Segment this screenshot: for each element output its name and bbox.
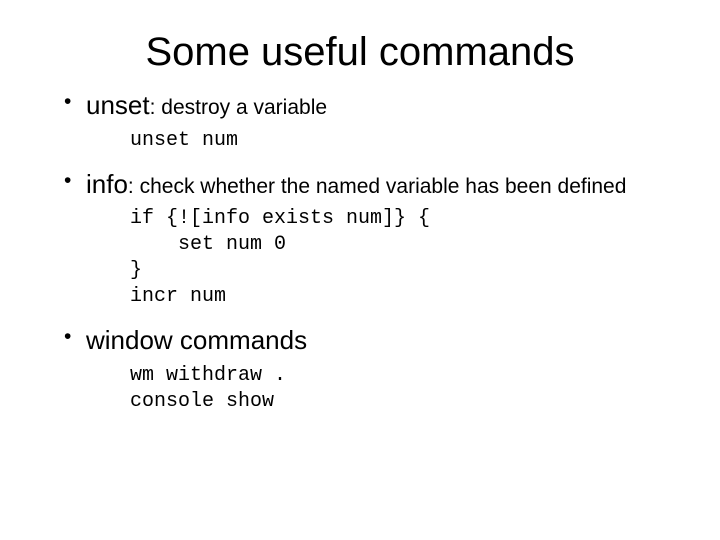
bullet-item: unset: destroy a variable unset num [64,89,680,154]
command-desc: check whether the named variable has bee… [140,175,627,198]
command-name: info [86,169,128,199]
slide: Some useful commands unset: destroy a va… [0,0,720,540]
slide-title: Some useful commands [40,30,680,75]
code-block: if {![info exists num]} { set num 0 } in… [130,206,680,310]
command-name: window commands [86,325,307,355]
bullet-item: info: check whether the named variable h… [64,168,680,311]
command-sep: : [128,175,140,198]
bullet-item: window commands wm withdraw . console sh… [64,324,680,415]
bullet-list: unset: destroy a variable unset num info… [40,89,680,415]
code-block: unset num [130,128,680,154]
code-block: wm withdraw . console show [130,363,680,415]
command-sep: : [150,96,162,119]
command-name: unset [86,90,150,120]
command-desc: destroy a variable [161,96,327,119]
